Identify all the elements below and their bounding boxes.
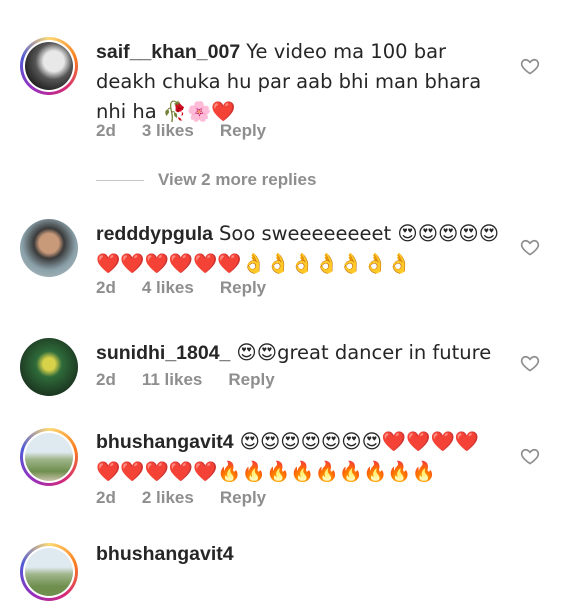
reply-button[interactable]: Reply bbox=[220, 488, 266, 508]
comment-meta: 2d 11 likes Reply bbox=[96, 370, 301, 390]
comment-meta: 2d 2 likes Reply bbox=[96, 488, 292, 508]
timestamp: 2d bbox=[96, 370, 116, 389]
comment-body: bhushangavit4 bbox=[96, 540, 500, 569]
comment-body: sunidhi_1804_ 😍😍great dancer in future bbox=[96, 338, 500, 368]
avatar[interactable] bbox=[20, 37, 78, 95]
username[interactable]: bhushangavit4 bbox=[96, 431, 234, 453]
heart-outline-icon[interactable] bbox=[520, 446, 540, 466]
view-more-replies[interactable]: View 2 more replies bbox=[96, 170, 316, 190]
timestamp: 2d bbox=[96, 488, 116, 507]
likes-count[interactable]: 4 likes bbox=[142, 278, 194, 298]
username[interactable]: saif__khan_007 bbox=[96, 41, 240, 63]
reply-button[interactable]: Reply bbox=[220, 278, 266, 298]
heart-outline-icon[interactable] bbox=[520, 237, 540, 257]
avatar[interactable] bbox=[20, 219, 78, 277]
reply-button[interactable]: Reply bbox=[228, 370, 274, 390]
likes-count[interactable]: 3 likes bbox=[142, 121, 194, 141]
comment-body: bhushangavit4 😍😍😍😍😍😍😍❤️❤️❤️❤️❤️❤️❤️❤️❤️🔥🔥… bbox=[96, 427, 500, 487]
avatar[interactable] bbox=[20, 338, 78, 396]
likes-count[interactable]: 11 likes bbox=[142, 370, 203, 390]
avatar[interactable] bbox=[20, 543, 78, 601]
comment-text: 😍😍great dancer in future bbox=[236, 341, 492, 364]
view-replies-label[interactable]: View 2 more replies bbox=[158, 170, 316, 190]
timestamp: 2d bbox=[96, 121, 116, 140]
comment-meta: 2d 3 likes Reply bbox=[96, 121, 292, 141]
avatar[interactable] bbox=[20, 428, 78, 486]
heart-outline-icon[interactable] bbox=[520, 353, 540, 373]
comment-meta: 2d 4 likes Reply bbox=[96, 278, 292, 298]
heart-outline-icon[interactable] bbox=[520, 56, 540, 76]
username[interactable]: sunidhi_1804_ bbox=[96, 342, 230, 364]
reply-button[interactable]: Reply bbox=[220, 121, 266, 141]
likes-count[interactable]: 2 likes bbox=[142, 488, 194, 508]
comment-body: redddypgula Soo sweeeeeeeet 😍😍😍😍😍❤️❤️❤️❤️… bbox=[96, 219, 500, 279]
timestamp: 2d bbox=[96, 278, 116, 297]
replies-divider bbox=[96, 179, 144, 181]
username[interactable]: bhushangavit4 bbox=[96, 543, 234, 565]
username[interactable]: redddypgula bbox=[96, 223, 213, 245]
comment-body: saif__khan_007 Ye video ma 100 bar deakh … bbox=[96, 37, 500, 127]
